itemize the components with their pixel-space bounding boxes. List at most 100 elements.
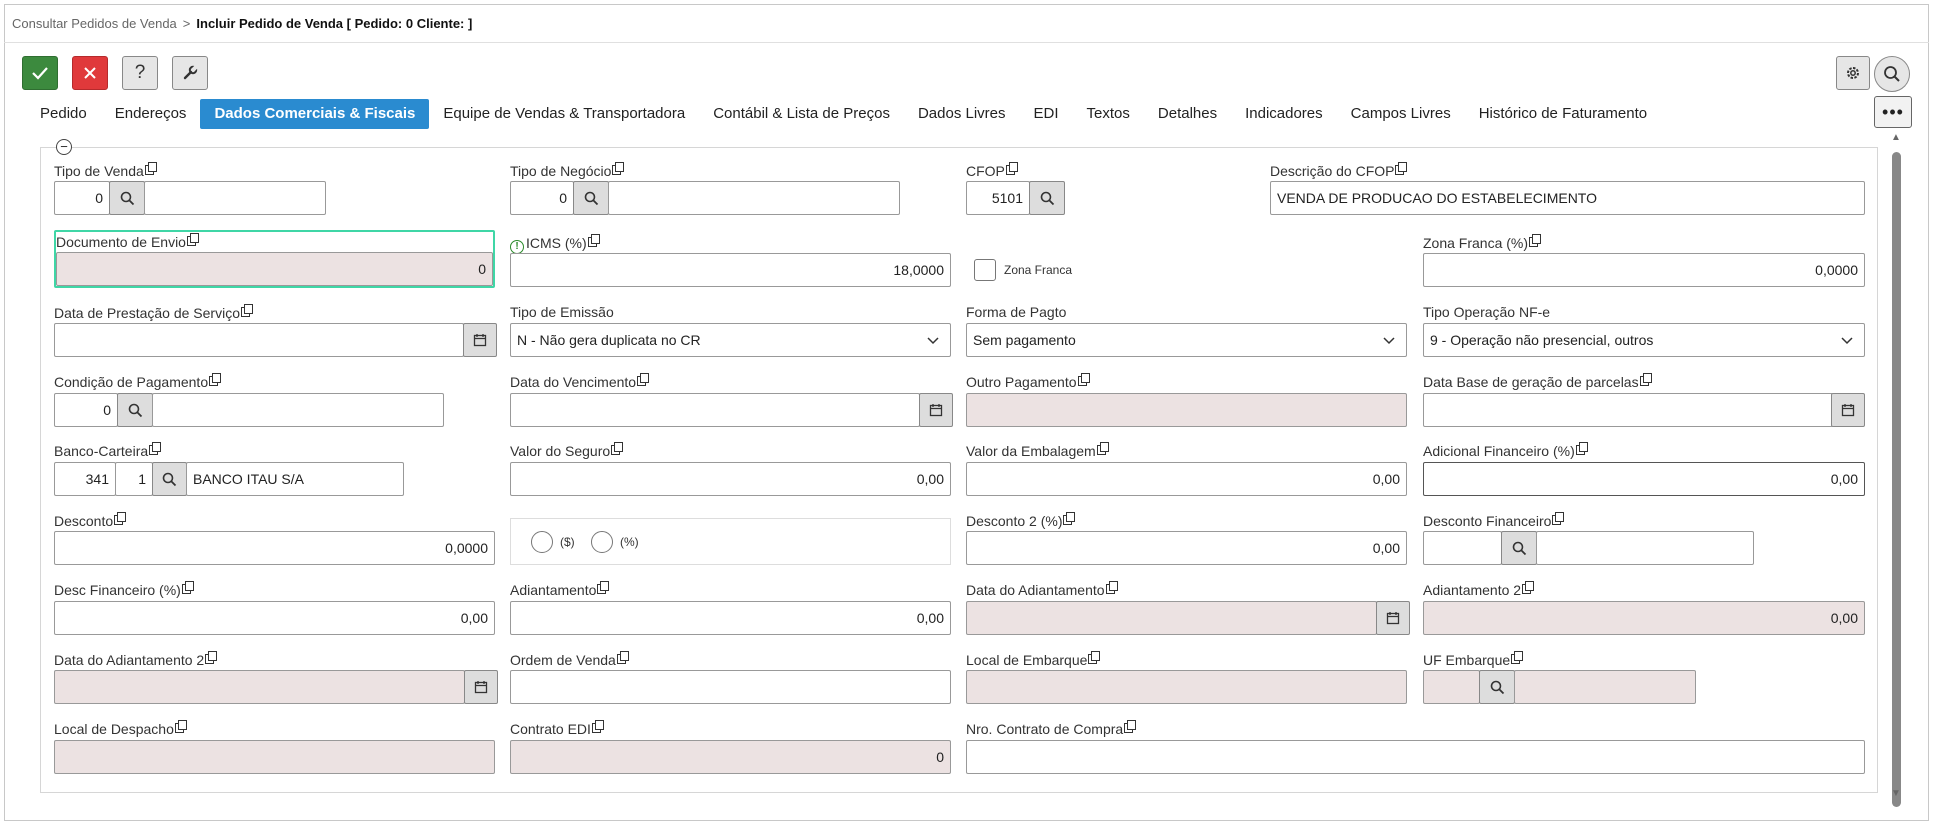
descricao-cfop-input[interactable]: VENDA DE PRODUCAO DO ESTABELECIMENTO — [1270, 181, 1865, 215]
collapse-icon[interactable]: − — [56, 139, 72, 155]
icms-input[interactable]: 18,0000 — [510, 253, 951, 287]
copy-icon[interactable] — [611, 442, 624, 455]
copy-icon[interactable] — [144, 162, 157, 175]
copy-icon[interactable] — [1124, 720, 1137, 733]
uf-embarque-search-button[interactable] — [1479, 670, 1515, 704]
banco-carteira-search-button[interactable] — [152, 462, 187, 496]
data-base-input[interactable] — [1423, 393, 1833, 427]
local-despacho-input[interactable] — [54, 740, 495, 774]
copy-icon[interactable] — [1522, 581, 1535, 594]
data-prestacao-input[interactable] — [54, 323, 464, 357]
breadcrumb-parent-link[interactable]: Consultar Pedidos de Venda — [12, 16, 177, 31]
outro-pagamento-input[interactable] — [966, 393, 1407, 427]
copy-icon[interactable] — [209, 373, 222, 386]
copy-icon[interactable] — [591, 720, 604, 733]
copy-icon[interactable] — [149, 442, 162, 455]
copy-icon[interactable] — [1529, 234, 1542, 247]
copy-icon[interactable] — [241, 304, 253, 317]
copy-icon[interactable] — [1077, 373, 1090, 386]
copy-icon[interactable] — [174, 720, 187, 733]
data-prestacao-calendar-button[interactable] — [463, 323, 497, 357]
tab-dados-comerciais-fiscais[interactable]: Dados Comerciais & Fiscais — [200, 99, 430, 129]
ordem-venda-input[interactable] — [510, 670, 951, 704]
data-vencimento-input[interactable] — [510, 393, 920, 427]
zona-franca-pct-input[interactable]: 0,0000 — [1423, 253, 1865, 287]
copy-icon[interactable] — [114, 512, 127, 525]
copy-icon[interactable] — [205, 651, 218, 664]
cfop-code-input[interactable]: 5101 — [966, 181, 1030, 215]
data-adiantamento2-calendar-button[interactable] — [464, 670, 498, 704]
desconto-valor-radio[interactable] — [531, 531, 553, 553]
tab-textos[interactable]: Textos — [1073, 99, 1144, 129]
copy-icon[interactable] — [1511, 651, 1524, 664]
tipo-operacao-select[interactable]: 9 - Operação não presencial, outros — [1423, 323, 1865, 357]
tab-indicadores[interactable]: Indicadores — [1231, 99, 1337, 129]
copy-icon[interactable] — [181, 581, 194, 594]
forma-pagto-select[interactable]: Sem pagamento — [966, 323, 1407, 357]
condicao-pagamento-desc-input[interactable] — [152, 393, 444, 427]
local-embarque-input[interactable] — [966, 670, 1407, 704]
copy-icon[interactable] — [1005, 162, 1018, 175]
tools-button[interactable] — [172, 56, 208, 90]
documento-envio-input[interactable]: 0 — [56, 252, 493, 286]
valor-seguro-input[interactable]: 0,00 — [510, 462, 951, 496]
scrollbar-thumb[interactable] — [1892, 152, 1901, 807]
banco-desc-input[interactable]: BANCO ITAU S/A — [186, 462, 404, 496]
cancel-button[interactable] — [72, 56, 108, 90]
nro-contrato-input[interactable] — [966, 740, 1865, 774]
tab-detalhes[interactable]: Detalhes — [1144, 99, 1231, 129]
confirm-button[interactable] — [22, 56, 58, 90]
search-button[interactable] — [1874, 56, 1910, 92]
copy-icon[interactable] — [616, 651, 629, 664]
tab-equipe-vendas[interactable]: Equipe de Vendas & Transportadora — [429, 99, 699, 129]
copy-icon[interactable] — [1395, 162, 1408, 175]
copy-icon[interactable] — [1575, 442, 1588, 455]
adiantamento-input[interactable]: 0,00 — [510, 601, 951, 635]
data-adiantamento2-input[interactable] — [54, 670, 465, 704]
tipo-negocio-desc-input[interactable] — [608, 181, 900, 215]
adicional-financeiro-input[interactable]: 0,00 — [1423, 462, 1865, 496]
tab-edi[interactable]: EDI — [1020, 99, 1073, 129]
uf-embarque-code-input[interactable] — [1423, 670, 1480, 704]
tipo-venda-search-button[interactable] — [109, 181, 145, 215]
desconto-input[interactable]: 0,0000 — [54, 531, 495, 565]
desconto-financeiro-code-input[interactable] — [1423, 531, 1502, 565]
desconto2-input[interactable]: 0,00 — [966, 531, 1407, 565]
copy-icon[interactable] — [597, 581, 610, 594]
copy-icon[interactable] — [637, 373, 650, 386]
copy-icon[interactable] — [1088, 651, 1101, 664]
tipo-negocio-code-input[interactable]: 0 — [510, 181, 574, 215]
condicao-pagamento-code-input[interactable]: 0 — [54, 393, 118, 427]
data-base-calendar-button[interactable] — [1831, 393, 1865, 427]
uf-embarque-desc-input[interactable] — [1514, 670, 1696, 704]
scroll-down-icon[interactable]: ▼ — [1891, 788, 1901, 799]
tab-contabil[interactable]: Contábil & Lista de Preços — [699, 99, 904, 129]
tipo-emissao-select[interactable]: N - Não gera duplicata no CR — [510, 323, 951, 357]
tab-dados-livres[interactable]: Dados Livres — [904, 99, 1020, 129]
tab-enderecos[interactable]: Endereços — [101, 99, 201, 129]
tipo-negocio-search-button[interactable] — [573, 181, 609, 215]
desconto-financeiro-search-button[interactable] — [1501, 531, 1537, 565]
tipo-venda-desc-input[interactable] — [144, 181, 326, 215]
copy-icon[interactable] — [1105, 581, 1118, 594]
data-adiantamento-calendar-button[interactable] — [1376, 601, 1410, 635]
copy-icon[interactable] — [587, 234, 600, 247]
valor-embalagem-input[interactable]: 0,00 — [966, 462, 1407, 496]
contrato-edi-input[interactable]: 0 — [510, 740, 951, 774]
banco-input[interactable]: 341 — [54, 462, 116, 496]
cfop-search-button[interactable] — [1029, 181, 1065, 215]
copy-icon[interactable] — [1063, 512, 1076, 525]
adiantamento2-input[interactable]: 0,00 — [1423, 601, 1865, 635]
tab-pedido[interactable]: Pedido — [26, 99, 101, 129]
help-button[interactable]: ? — [122, 56, 158, 90]
copy-icon[interactable] — [1639, 373, 1652, 386]
vertical-scrollbar[interactable]: ▲ ▼ — [1888, 132, 1904, 807]
tab-campos-livres[interactable]: Campos Livres — [1337, 99, 1465, 129]
desconto-financeiro-desc-input[interactable] — [1536, 531, 1754, 565]
condicao-pagamento-search-button[interactable] — [117, 393, 153, 427]
desconto-percent-radio[interactable] — [591, 531, 613, 553]
data-adiantamento-input[interactable] — [966, 601, 1377, 635]
tipo-venda-code-input[interactable]: 0 — [54, 181, 110, 215]
copy-icon[interactable] — [612, 162, 625, 175]
settings-button[interactable] — [1836, 56, 1870, 90]
